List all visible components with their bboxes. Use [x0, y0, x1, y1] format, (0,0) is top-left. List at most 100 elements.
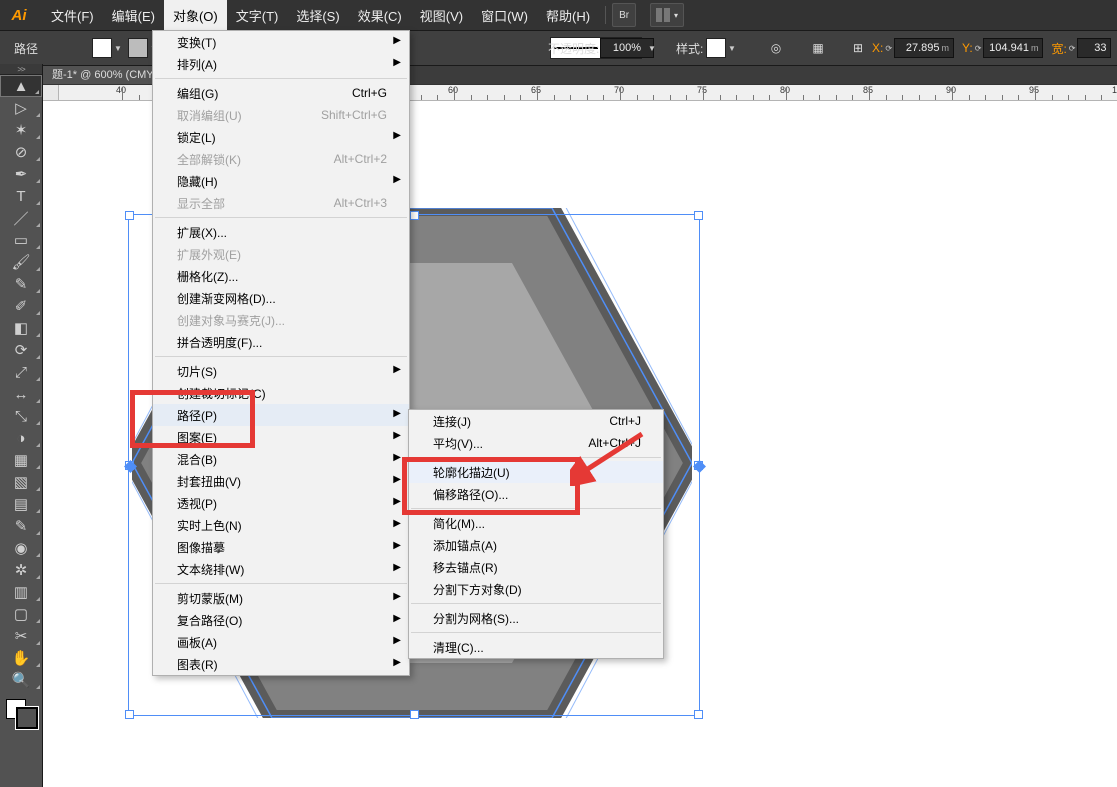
menu-文字[interactable]: 文字(T) [227, 0, 288, 30]
ruler-label: 65 [531, 85, 541, 95]
align-icon[interactable]: ▦ [806, 37, 830, 59]
document-tab[interactable]: 题-1* @ 600% (CMY [42, 64, 164, 85]
menu-item[interactable]: 透视(P)▶ [153, 492, 409, 514]
anchor-right[interactable] [693, 460, 706, 473]
menu-item-label: 清理(C)... [433, 639, 484, 656]
menu-item[interactable]: 画板(A)▶ [153, 631, 409, 653]
artboard-tool[interactable]: ▢ [0, 603, 42, 625]
paintbrush-tool[interactable]: 🖌 [0, 251, 42, 273]
path-submenu-dropdown[interactable]: 连接(J)Ctrl+J平均(V)...Alt+Ctrl+J 轮廓化描边(U)偏移路… [408, 409, 664, 659]
bridge-button[interactable]: Br [612, 3, 636, 27]
type-tool[interactable]: T [0, 185, 42, 207]
fill-stroke-swatches[interactable] [0, 695, 42, 729]
menu-item[interactable]: 文本绕排(W)▶ [153, 558, 409, 580]
arrange-documents-button[interactable] [650, 3, 684, 27]
menu-item[interactable]: 切片(S)▶ [153, 360, 409, 382]
menu-item[interactable]: 清理(C)... [409, 636, 663, 658]
toolbox-collapse[interactable] [0, 64, 42, 75]
menu-item[interactable]: 扩展(X)... [153, 221, 409, 243]
menu-item[interactable]: 变换(T)▶ [153, 31, 409, 53]
menu-帮助[interactable]: 帮助(H) [537, 0, 599, 30]
rotate-tool[interactable]: ⟳ [0, 339, 42, 361]
menu-item[interactable]: 偏移路径(O)... [409, 483, 663, 505]
menu-item[interactable]: 拼合透明度(F)... [153, 331, 409, 353]
handle-top-right[interactable] [694, 211, 703, 220]
rectangle-tool[interactable]: ▭ [0, 229, 42, 251]
object-menu-dropdown[interactable]: 变换(T)▶排列(A)▶编组(G)Ctrl+G取消编组(U)Shift+Ctrl… [152, 30, 410, 676]
magic-wand-tool[interactable]: ✶ [0, 119, 42, 141]
gradient-tool[interactable]: ▤ [0, 493, 42, 515]
shape-builder-tool[interactable]: ◑ [0, 427, 42, 449]
menu-item[interactable]: 路径(P)▶ [153, 404, 409, 426]
y-input[interactable]: 104.941m [983, 38, 1043, 58]
menu-item[interactable]: 连接(J)Ctrl+J [409, 410, 663, 432]
transform-icon[interactable]: ⊞ [846, 37, 870, 59]
menu-编辑[interactable]: 编辑(E) [103, 0, 164, 30]
w-input[interactable]: 33 [1077, 38, 1111, 58]
menu-item[interactable]: 排列(A)▶ [153, 53, 409, 75]
lasso-tool[interactable]: ⊘ [0, 141, 42, 163]
hand-tool[interactable]: ✋ [0, 647, 42, 669]
direct-select-tool[interactable]: ▷ [0, 97, 42, 119]
eraser-tool[interactable]: ◧ [0, 317, 42, 339]
blend-tool[interactable]: ◉ [0, 537, 42, 559]
column-graph-tool[interactable]: ▥ [0, 581, 42, 603]
menu-item[interactable]: 简化(M)... [409, 512, 663, 534]
menu-item-label: 扩展外观(E) [177, 246, 241, 263]
menu-对象[interactable]: 对象(O) [164, 0, 227, 30]
zoom-tool[interactable]: 🔍 [0, 669, 42, 691]
mesh-tool[interactable]: ▧ [0, 471, 42, 493]
menu-item[interactable]: 分割下方对象(D) [409, 578, 663, 600]
width-tool[interactable]: ↔ [0, 383, 42, 405]
menu-item[interactable]: 添加锚点(A) [409, 534, 663, 556]
free-transform-tool[interactable]: ⤡ [0, 405, 42, 427]
menu-item[interactable]: 栅格化(Z)... [153, 265, 409, 287]
menu-item[interactable]: 锁定(L)▶ [153, 126, 409, 148]
menu-item: 扩展外观(E) [153, 243, 409, 265]
menu-视图[interactable]: 视图(V) [411, 0, 472, 30]
menu-item[interactable]: 实时上色(N)▶ [153, 514, 409, 536]
menu-窗口[interactable]: 窗口(W) [472, 0, 537, 30]
scale-tool[interactable]: ⤢ [0, 361, 42, 383]
blob-tool[interactable]: ✐ [0, 295, 42, 317]
stroke-color[interactable] [16, 707, 38, 729]
line-tool[interactable]: ／ [0, 207, 42, 229]
menu-item[interactable]: 编组(G)Ctrl+G [153, 82, 409, 104]
menu-item[interactable]: 轮廓化描边(U) [409, 461, 663, 483]
menu-item[interactable]: 剪切蒙版(M)▶ [153, 587, 409, 609]
menu-选择[interactable]: 选择(S) [287, 0, 348, 30]
fill-swatch[interactable] [92, 38, 112, 58]
menu-item[interactable]: 分割为网格(S)... [409, 607, 663, 629]
menu-item-label: 创建裁切标记(C) [177, 385, 266, 402]
stroke-swatch[interactable] [128, 38, 148, 58]
menu-文件[interactable]: 文件(F) [42, 0, 103, 30]
menu-item-label: 创建渐变网格(D)... [177, 290, 276, 307]
menu-item[interactable]: 图像描摹▶ [153, 536, 409, 558]
menu-item[interactable]: 移去锚点(R) [409, 556, 663, 578]
slice-tool[interactable]: ✂ [0, 625, 42, 647]
eyedropper-tool[interactable]: ✎ [0, 515, 42, 537]
menu-item[interactable]: 图表(R)▶ [153, 653, 409, 675]
pencil-tool[interactable]: ✎ [0, 273, 42, 295]
menu-item[interactable]: 隐藏(H)▶ [153, 170, 409, 192]
opacity-input[interactable]: 100% [600, 38, 654, 58]
x-input[interactable]: 27.895m [894, 38, 954, 58]
symbol-sprayer-tool[interactable]: ✲ [0, 559, 42, 581]
menu-item[interactable]: 平均(V)...Alt+Ctrl+J [409, 432, 663, 454]
perspective-tool[interactable]: ▦ [0, 449, 42, 471]
menu-item[interactable]: 创建裁切标记(C) [153, 382, 409, 404]
selection-tool[interactable]: ▲ [0, 75, 42, 97]
menu-item[interactable]: 封套扭曲(V)▶ [153, 470, 409, 492]
ruler-origin[interactable] [42, 84, 59, 101]
handle-bottom-right[interactable] [694, 710, 703, 719]
pen-tool[interactable]: ✒ [0, 163, 42, 185]
menu-item[interactable]: 复合路径(O)▶ [153, 609, 409, 631]
menu-item[interactable]: 混合(B)▶ [153, 448, 409, 470]
style-swatch[interactable] [706, 38, 726, 58]
recolor-icon[interactable]: ◎ [764, 37, 788, 59]
menu-item[interactable]: 图案(E)▶ [153, 426, 409, 448]
menu-item[interactable]: 创建渐变网格(D)... [153, 287, 409, 309]
menu-效果[interactable]: 效果(C) [349, 0, 411, 30]
menu-item-label: 画板(A) [177, 634, 217, 651]
menu-item-label: 隐藏(H) [177, 173, 218, 190]
